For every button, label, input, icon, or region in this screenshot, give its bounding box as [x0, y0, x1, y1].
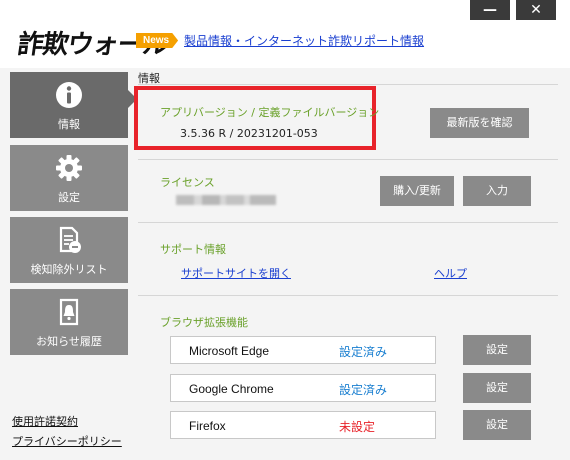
- bell-icon: [10, 297, 128, 327]
- sidebar-item-notice-history[interactable]: お知らせ履歴: [10, 289, 128, 355]
- sidebar-item-label: 情報: [58, 118, 80, 131]
- check-latest-button[interactable]: 最新版を確認: [430, 108, 529, 138]
- sidebar-item-label: お知らせ履歴: [36, 335, 102, 348]
- sidebar-item-settings[interactable]: 設定: [10, 145, 128, 211]
- title-bar: 詐欺ウォール News 製品情報・インターネット詐欺リポート情報 — ✕: [0, 0, 570, 68]
- divider: [138, 222, 558, 223]
- close-button[interactable]: ✕: [516, 0, 556, 20]
- privacy-policy-link[interactable]: プライバシーポリシー: [12, 433, 122, 449]
- edge-settings-button[interactable]: 設定: [463, 335, 531, 365]
- license-key-redacted: [176, 195, 276, 205]
- browser-row-chrome: Google Chrome 設定済み: [170, 374, 436, 402]
- terms-link[interactable]: 使用許諾契約: [12, 413, 78, 429]
- divider: [138, 84, 558, 85]
- version-value: 3.5.36 R / 20231201-053: [180, 127, 318, 140]
- help-link[interactable]: ヘルプ: [434, 265, 467, 281]
- gear-icon: [10, 153, 128, 183]
- divider: [138, 159, 558, 160]
- browser-row-edge: Microsoft Edge 設定済み: [170, 336, 436, 364]
- browser-status: 未設定: [339, 420, 376, 434]
- enter-license-button[interactable]: 入力: [463, 176, 531, 206]
- open-support-site-link[interactable]: サポートサイトを開く: [181, 265, 291, 281]
- browser-row-firefox: Firefox 未設定: [170, 411, 436, 439]
- sidebar-item-label: 検知除外リスト: [30, 263, 108, 276]
- browser-extensions-label: ブラウザ拡張機能: [160, 316, 248, 329]
- sidebar-item-exclusion-list[interactable]: 検知除外リスト: [10, 217, 128, 283]
- sidebar-item-label: 設定: [58, 191, 80, 204]
- firefox-settings-button[interactable]: 設定: [463, 410, 531, 440]
- minimize-button[interactable]: —: [470, 0, 510, 20]
- browser-name: Microsoft Edge: [189, 344, 270, 358]
- browser-name: Firefox: [189, 419, 226, 433]
- info-icon: [10, 80, 128, 110]
- chrome-settings-button[interactable]: 設定: [463, 373, 531, 403]
- support-label: サポート情報: [160, 243, 226, 256]
- news-link[interactable]: 製品情報・インターネット詐欺リポート情報: [184, 32, 424, 49]
- browser-name: Google Chrome: [189, 382, 274, 396]
- sidebar-item-info[interactable]: 情報: [10, 72, 128, 138]
- version-label: アプリバージョン / 定義ファイルバージョン: [160, 106, 380, 119]
- document-minus-icon: [10, 225, 128, 255]
- purchase-renew-button[interactable]: 購入/更新: [380, 176, 454, 206]
- news-badge: News: [136, 33, 179, 48]
- browser-status: 設定済み: [339, 383, 388, 397]
- license-label: ライセンス: [160, 176, 215, 189]
- divider: [138, 295, 558, 296]
- browser-status: 設定済み: [339, 345, 388, 359]
